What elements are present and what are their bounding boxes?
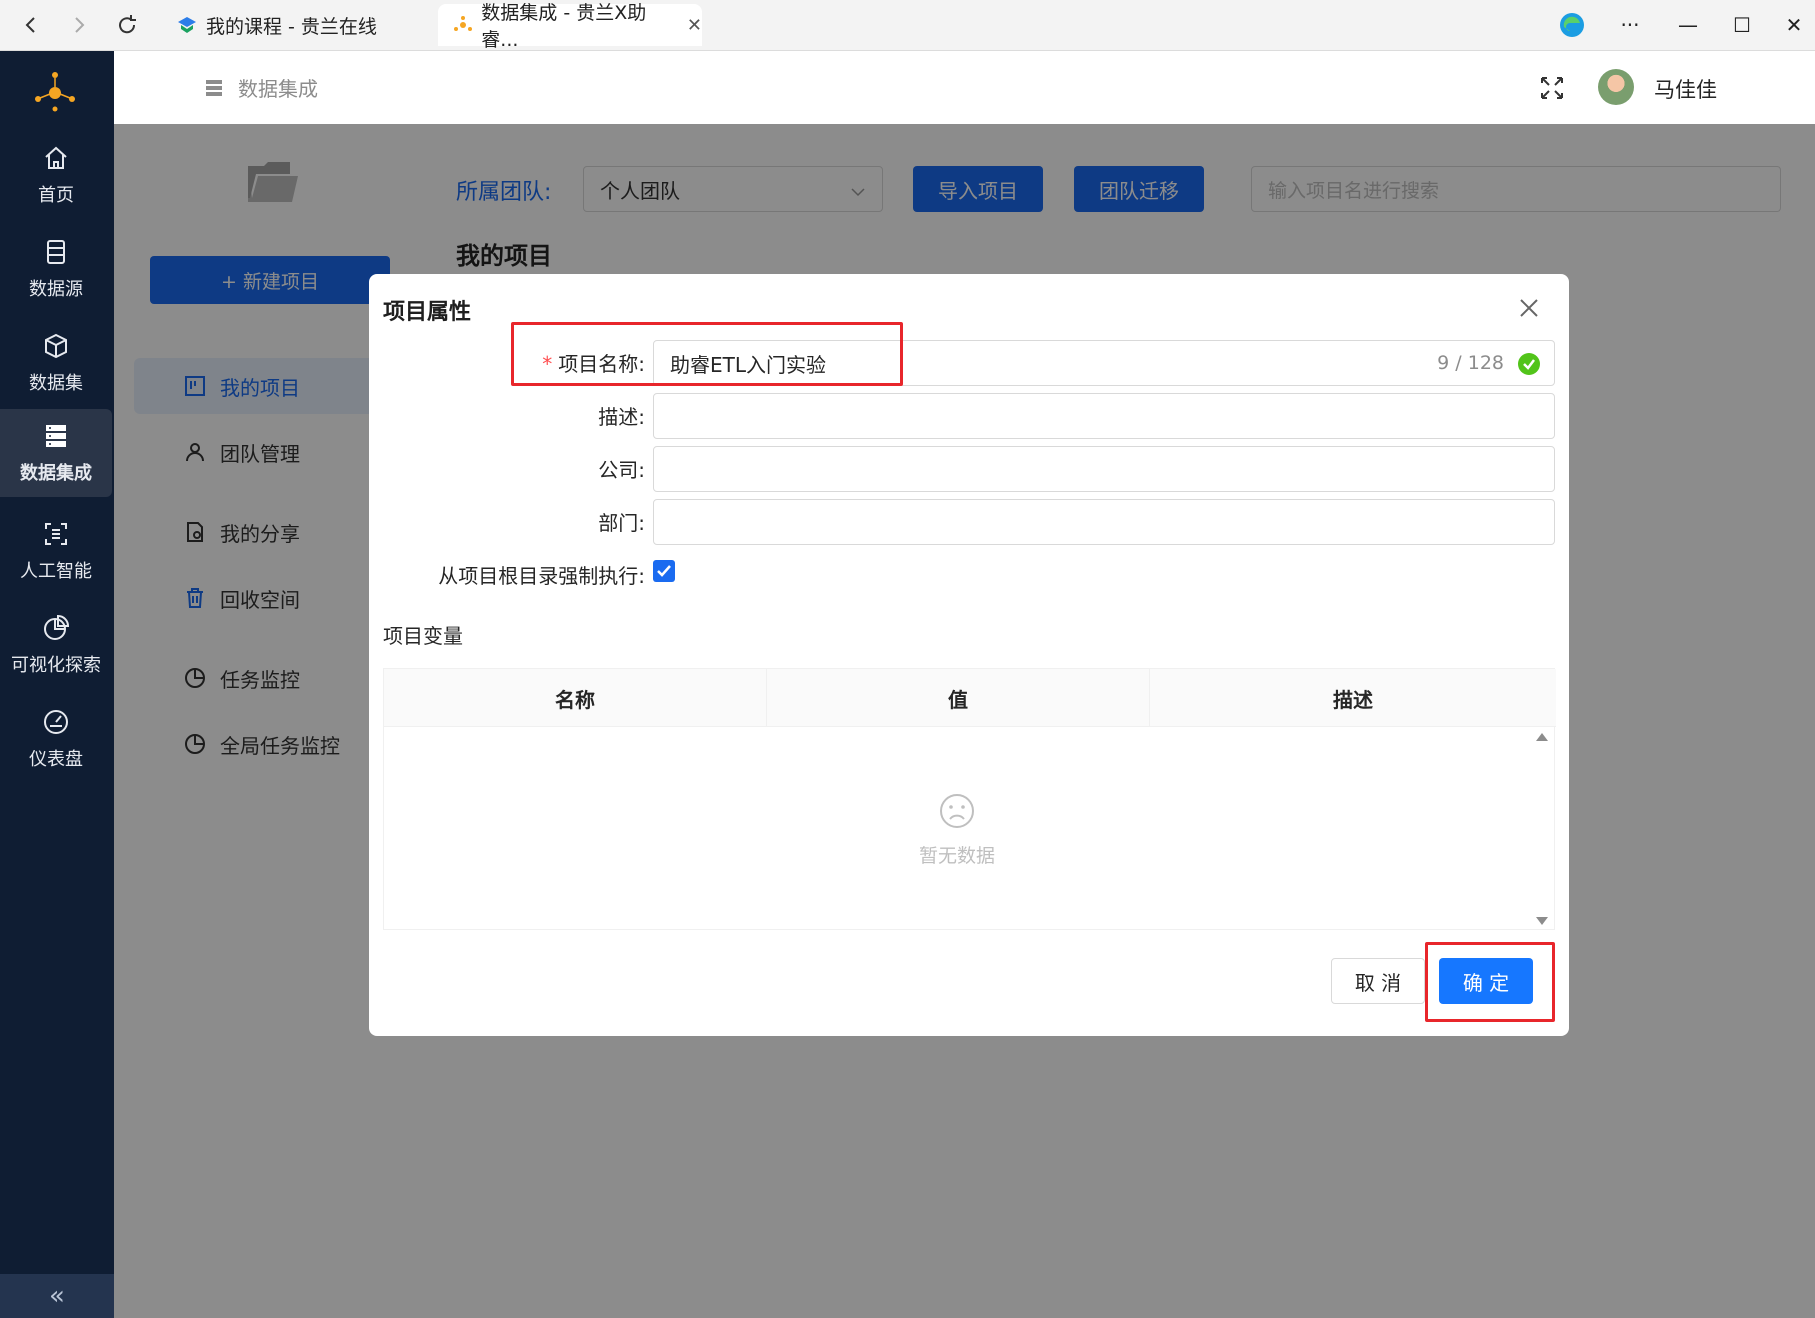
left-rail: 首页 数据源 数据集 数据集成 人工智能 可视化探索 仪表盘 « bbox=[0, 51, 114, 1318]
tab-close-icon[interactable]: ✕ bbox=[687, 15, 702, 36]
check-circle-icon bbox=[1518, 353, 1540, 375]
rail-label: 首页 bbox=[38, 185, 74, 206]
app-favicon-icon bbox=[452, 14, 473, 36]
tab-data-integration[interactable]: 数据集成 - 贵兰X助睿... ✕ bbox=[438, 2, 702, 51]
column-header-value: 值 bbox=[767, 669, 1150, 727]
force-root-checkbox[interactable] bbox=[653, 560, 675, 582]
rail-label: 人工智能 bbox=[20, 561, 92, 582]
rail-item-visual-explore[interactable]: 可视化探索 bbox=[0, 601, 112, 689]
force-root-label: 从项目根目录强制执行: bbox=[438, 564, 645, 588]
rail-label: 仪表盘 bbox=[29, 749, 83, 770]
highlight-box-project-name bbox=[511, 322, 903, 386]
forward-icon[interactable] bbox=[62, 8, 96, 42]
back-icon[interactable] bbox=[14, 8, 48, 42]
table-scrollbar[interactable] bbox=[1530, 727, 1554, 931]
department-input[interactable] bbox=[653, 499, 1555, 545]
course-favicon-icon bbox=[176, 14, 198, 36]
cancel-button[interactable]: 取 消 bbox=[1331, 958, 1425, 1004]
modal-title: 项目属性 bbox=[383, 300, 472, 325]
rail-label: 数据集 bbox=[29, 373, 83, 394]
column-header-description: 描述 bbox=[1333, 687, 1373, 712]
browser-bar: 我的课程 - 贵兰在线 数据集成 - 贵兰X助睿... ✕ ··· — ☐ ✕ bbox=[0, 0, 1815, 51]
edge-icon[interactable] bbox=[1552, 8, 1592, 42]
rail-label: 可视化探索 bbox=[11, 655, 101, 676]
rail-item-dataset[interactable]: 数据集 bbox=[0, 319, 112, 407]
description-label: 描述: bbox=[598, 405, 645, 429]
rail-item-dashboard[interactable]: 仪表盘 bbox=[0, 695, 112, 783]
close-window-icon[interactable]: ✕ bbox=[1774, 8, 1814, 42]
tab-label: 我的课程 - 贵兰在线 bbox=[206, 15, 377, 38]
avatar[interactable] bbox=[1598, 69, 1634, 105]
char-counter: 9 / 128 bbox=[1437, 352, 1504, 374]
dashboard-icon bbox=[41, 707, 71, 737]
rail-item-data-integration[interactable]: 数据集成 bbox=[0, 409, 112, 497]
highlight-box-ok-button bbox=[1425, 942, 1555, 1022]
table-header-row: 名称 值 描述 bbox=[384, 669, 1556, 727]
rail-item-datasource[interactable]: 数据源 bbox=[0, 225, 112, 313]
cube-icon bbox=[41, 331, 71, 361]
rail-label: 数据集成 bbox=[20, 463, 92, 484]
maximize-icon[interactable]: ☐ bbox=[1722, 8, 1762, 42]
frown-icon bbox=[939, 793, 975, 829]
tab-my-courses[interactable]: 我的课程 - 贵兰在线 bbox=[162, 4, 432, 46]
empty-text: 暂无数据 bbox=[918, 845, 995, 867]
column-header-name: 名称 bbox=[384, 669, 767, 727]
tab-label: 数据集成 - 贵兰X助睿... bbox=[481, 2, 647, 51]
app-logo-icon bbox=[29, 65, 81, 117]
collapse-rail-button[interactable]: « bbox=[0, 1274, 114, 1318]
more-icon[interactable]: ··· bbox=[1610, 8, 1650, 42]
company-label: 公司: bbox=[598, 458, 645, 482]
rail-item-home[interactable]: 首页 bbox=[0, 131, 112, 219]
home-icon bbox=[41, 143, 71, 173]
breadcrumb: 数据集成 bbox=[204, 73, 318, 102]
refresh-icon[interactable] bbox=[110, 8, 144, 42]
server-icon bbox=[204, 78, 224, 98]
pie-chart-icon bbox=[41, 613, 71, 643]
company-input[interactable] bbox=[653, 446, 1555, 492]
project-properties-modal: 项目属性 * 项目名称: 助睿ETL入门实验 9 / 128 描述: 公司: 部门… bbox=[369, 274, 1569, 1036]
app-header: 数据集成 马佳佳 bbox=[114, 51, 1815, 124]
fullscreen-icon[interactable] bbox=[1539, 75, 1565, 101]
username[interactable]: 马佳佳 bbox=[1654, 74, 1717, 104]
project-variables-title: 项目变量 bbox=[383, 624, 463, 648]
rail-item-ai[interactable]: 人工智能 bbox=[0, 507, 112, 595]
department-label: 部门: bbox=[598, 511, 645, 535]
database-icon bbox=[41, 237, 71, 267]
description-input[interactable] bbox=[653, 393, 1555, 439]
server-icon bbox=[41, 421, 71, 451]
breadcrumb-label: 数据集成 bbox=[238, 77, 318, 101]
variables-table: 名称 值 描述 暂无数据 bbox=[383, 668, 1556, 931]
ai-icon bbox=[41, 519, 71, 549]
rail-label: 数据源 bbox=[29, 279, 83, 300]
close-icon[interactable] bbox=[1517, 296, 1541, 320]
minimize-icon[interactable]: — bbox=[1668, 8, 1708, 42]
